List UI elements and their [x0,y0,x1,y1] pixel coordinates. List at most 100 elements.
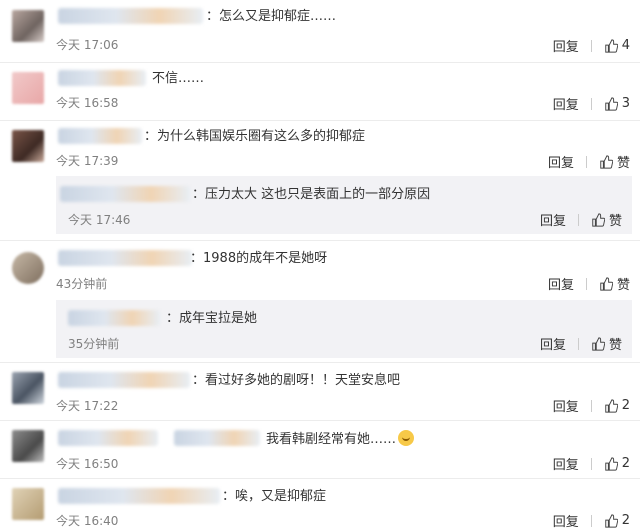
like-button[interactable]: 2 [604,456,630,471]
avatar[interactable] [12,10,44,42]
like-button[interactable]: 2 [604,398,630,413]
username-blurred[interactable] [58,372,190,388]
comment-text: 我看韩剧经常有她…… [266,430,415,449]
thumbs-up-icon [604,456,618,471]
comment-item: ：怎么又是抑郁症…… 今天 17:06 回复 4 [0,0,640,60]
reply-time: 35分钟前 [68,337,120,351]
divider [0,362,640,363]
thumbs-up-icon [600,154,613,169]
like-label: 赞 [608,214,622,229]
username-blurred[interactable] [58,70,146,86]
reply-button[interactable]: 回复 [553,396,579,415]
reply-text: ：压力太大 这也只是表面上的一部分原因 [192,187,431,202]
like-count: 3 [621,96,630,111]
comment-text: ：1988的成年不是她呀 [190,251,328,266]
username-blurred[interactable] [58,128,142,144]
comment-actions: 回复 2 [553,511,630,530]
comment-item: 我看韩剧经常有她…… 今天 16:50 回复 2 [0,422,640,476]
like-button[interactable]: 赞 [591,334,622,353]
reply-button[interactable]: 回复 [548,152,574,171]
thumbs-up-icon [592,336,605,351]
like-count: 2 [621,456,630,471]
like-button[interactable]: 赞 [599,274,630,293]
comment-time: 今天 16:40 [56,514,119,528]
like-label: 赞 [608,338,622,353]
divider [590,399,592,412]
comment-text: ：看过好多她的剧呀！！天堂安息吧 [192,373,401,388]
divider [0,478,640,479]
like-count: 2 [621,513,630,528]
avatar[interactable] [12,72,44,104]
comment-time: 今天 17:06 [56,38,119,52]
comment-time: 今天 16:58 [56,96,119,110]
reply-button[interactable]: 回复 [553,454,579,473]
like-label: 赞 [616,156,630,171]
thumbs-up-icon [604,96,618,111]
like-button[interactable]: 3 [604,96,630,111]
reply-time: 今天 17:46 [68,213,131,227]
smile-emoji-icon [398,430,415,446]
avatar[interactable] [12,252,44,284]
reply-button[interactable]: 回复 [553,36,579,55]
username-blurred[interactable] [60,186,190,202]
thumbs-up-icon [600,276,613,291]
thumbs-up-icon [592,212,605,227]
divider [0,62,640,63]
comment-time: 今天 17:22 [56,399,119,413]
comment-actions: 回复 3 [553,94,630,113]
comment-text: ：怎么又是抑郁症…… [206,9,337,24]
thumbs-up-icon [604,38,618,53]
reply-button[interactable]: 回复 [540,334,566,353]
username-blurred[interactable] [174,430,260,446]
comment-text: 不信…… [152,71,205,86]
avatar[interactable] [12,430,44,462]
comment-item: 不信…… 今天 16:58 回复 3 [0,64,640,120]
like-label: 赞 [616,278,630,293]
comment-time: 今天 17:39 [56,154,119,168]
comment-text: ：唉，又是抑郁症 [222,489,327,504]
username-blurred[interactable] [58,250,192,266]
comment-item: ：看过好多她的剧呀！！天堂安息吧 今天 17:22 回复 2 [0,364,640,420]
avatar[interactable] [12,130,44,162]
comment-item: ：1988的成年不是她呀 43分钟前 回复 赞 [0,242,640,296]
divider [585,277,587,290]
divider [590,97,592,110]
username-blurred[interactable] [68,310,160,326]
avatar[interactable] [12,488,44,520]
reply-text: ：成年宝拉是她 [166,311,258,326]
like-button[interactable]: 赞 [599,152,630,171]
reply-button[interactable]: 回复 [540,210,566,229]
divider [0,240,640,241]
like-button[interactable]: 赞 [591,210,622,229]
comment-actions: 回复 2 [553,454,630,473]
divider [585,155,587,168]
like-button[interactable]: 2 [604,513,630,528]
reply-button[interactable]: 回复 [553,94,579,113]
comment-time: 43分钟前 [56,277,108,291]
reply-button[interactable]: 回复 [553,511,579,530]
divider [590,514,592,527]
like-button[interactable]: 4 [604,38,630,53]
comment-text: ：为什么韩国娱乐圈有这么多的抑郁症 [144,129,366,144]
avatar[interactable] [12,372,44,404]
divider [577,213,579,226]
divider [577,337,579,350]
comment-time: 今天 16:50 [56,457,119,471]
comment-actions: 回复 赞 [548,152,630,171]
reply-actions: 回复 赞 [540,334,622,353]
reply-button[interactable]: 回复 [548,274,574,293]
reply-thread: ：成年宝拉是她 35分钟前 回复 赞 [56,300,632,358]
thumbs-up-icon [604,398,618,413]
divider [590,457,592,470]
divider [0,120,640,121]
comment-actions: 回复 2 [553,396,630,415]
thumbs-up-icon [604,513,618,528]
username-blurred[interactable] [58,430,158,446]
comment-actions: 回复 赞 [548,274,630,293]
divider [590,39,592,52]
comment-actions: 回复 4 [553,36,630,55]
username-blurred[interactable] [58,488,220,504]
username-blurred[interactable] [58,8,203,24]
divider [0,420,640,421]
like-count: 2 [621,398,630,413]
